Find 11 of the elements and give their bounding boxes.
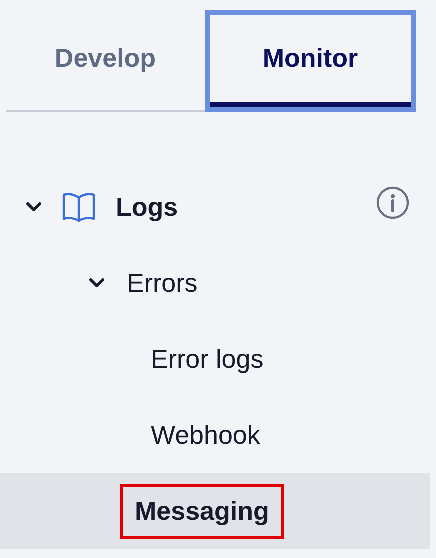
chevron-icon[interactable] <box>89 277 105 289</box>
tab[interactable]: Develop <box>6 10 205 112</box>
info-icon[interactable] <box>376 186 410 220</box>
book-icon <box>62 191 96 223</box>
chevron-icon[interactable] <box>26 201 42 213</box>
tree-item[interactable]: Errors <box>127 268 198 298</box>
tab[interactable]: Monitor <box>205 10 416 112</box>
tree-item[interactable]: Webhook <box>151 420 260 450</box>
tree-item[interactable]: Error logs <box>151 344 264 374</box>
tree-item[interactable]: Messaging <box>120 484 284 538</box>
tree-item[interactable]: Logs <box>116 192 178 222</box>
